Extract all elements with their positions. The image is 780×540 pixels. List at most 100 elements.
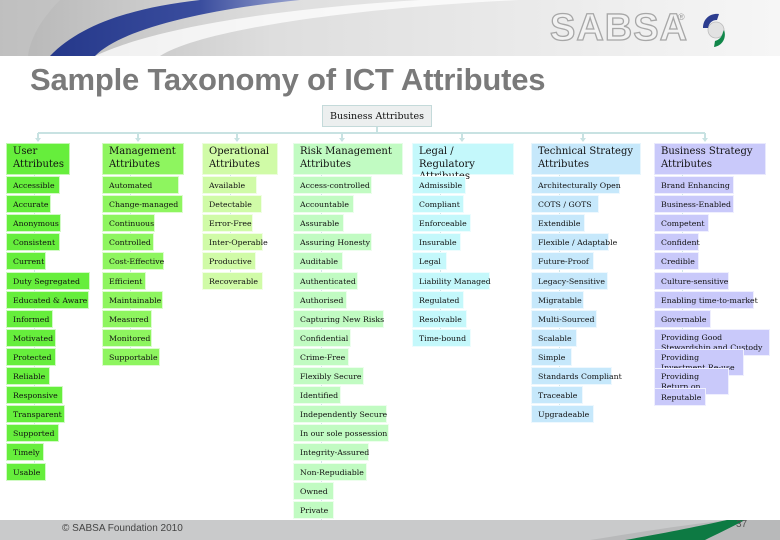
attribute-item: Upgradeable [531, 405, 594, 424]
attribute-item: Extendible [531, 214, 585, 233]
sabsa-logo: SABSA ® [549, 7, 750, 49]
attribute-item: Accurate [6, 195, 51, 214]
attribute-item: Continuous [102, 214, 155, 233]
attribute-item: Authenticated [293, 271, 358, 290]
attribute-item: Efficient [102, 271, 146, 290]
attribute-item: Independently Secure [293, 405, 387, 424]
attribute-item: Flexible / Adaptable [531, 233, 617, 252]
attribute-item: COTS / GOTS [531, 195, 599, 214]
attribute-item: Educated & Aware [6, 290, 89, 309]
column-header-line: Risk Management [300, 146, 392, 157]
logo-wordmark: SABSA [549, 7, 689, 49]
column-technical-strategy: Technical Strategy Attributes Architectura… [531, 143, 641, 424]
arrow-head-icon [702, 138, 708, 142]
column-header-line: User [13, 146, 38, 157]
attribute-item: Responsive [6, 386, 63, 405]
attribute-item: Regulated [412, 290, 464, 309]
attribute-item: Legal [412, 252, 447, 271]
attribute-item: Enforceable [412, 214, 471, 233]
attribute-item: Cost-Effective [102, 252, 164, 271]
attribute-item: Transparent [6, 405, 65, 424]
column-header-line: Technical Strategy [538, 146, 634, 157]
attribute-item: Resolvable [412, 309, 467, 328]
attribute-item: Maintainable [102, 290, 163, 309]
attribute-item: Inter-Operable [202, 233, 268, 252]
attribute-item: Migratable [531, 290, 584, 309]
attribute-item: Standards Compliant [531, 367, 622, 385]
column-risk-management: Risk Management Attributes Access-controll… [293, 143, 403, 538]
attribute-item: Detectable [202, 195, 262, 214]
attribute-item: Confidential [293, 328, 351, 347]
attribute-item: Auditable [293, 252, 343, 271]
attribute-item: Duty Segregated [6, 271, 90, 290]
attribute-item: Monitored [102, 328, 152, 347]
arrow-head-icon [580, 138, 586, 142]
attribute-item: Automated [102, 176, 179, 194]
column-header-line: Management [109, 146, 176, 157]
attribute-item: Consistent [6, 233, 60, 252]
column-header-line: Business Strategy [661, 146, 753, 157]
attribute-item: Integrity-Assured [293, 443, 369, 462]
attribute-item: Insurable [412, 233, 461, 252]
attribute-item: Enabling time-to-market [654, 290, 758, 309]
attribute-item: Private [293, 500, 334, 519]
attribute-item: Assurable [293, 214, 344, 233]
attribute-item: Identified [293, 386, 341, 405]
arrow-head-icon [234, 138, 240, 142]
attribute-item: Measured [102, 309, 152, 328]
root-node-business-attributes: Business Attributes [322, 105, 432, 127]
attribute-item: Credible [654, 252, 699, 271]
attribute-item: Access-controlled [293, 176, 372, 194]
attribute-item: Simple [531, 347, 572, 366]
attribute-item: Supported [6, 424, 59, 443]
attribute-item: Available [202, 176, 257, 194]
attribute-item: Anonymous [6, 214, 61, 233]
attribute-item: Controlled [102, 233, 154, 252]
arrow-head-icon [339, 138, 345, 142]
column-header-line: Legal / Regulatory [419, 146, 475, 170]
attribute-item: Culture-sensitive [654, 271, 729, 290]
attribute-item: Productive [202, 252, 256, 271]
column-header: Risk Management Attributes [293, 143, 403, 175]
attribute-item: Compliant [412, 195, 464, 214]
column-user: User Attributes Accessible Accurate Anonymou… [6, 143, 90, 481]
attribute-item: Assuring Honesty [293, 233, 372, 252]
column-header-line: Attributes [661, 158, 712, 170]
arrow-head-icon [135, 138, 141, 142]
attribute-item: Change-managed [102, 195, 183, 214]
attribute-item: Flexibly Secure [293, 367, 364, 385]
column-header: Legal / RegulatoryAttributes [412, 143, 514, 182]
attribute-item: Timely [6, 443, 44, 462]
column-legal-regulatory: Legal / RegulatoryAttributesAdmissibleCo… [412, 143, 514, 347]
attribute-item: In our sole possession [293, 424, 389, 443]
attribute-item: Protected [6, 347, 56, 366]
sabsa-globe-icon [703, 13, 725, 47]
attribute-item: Capturing New Risks [293, 309, 384, 328]
attribute-item: Legacy-Sensitive [531, 271, 608, 290]
attribute-item: Multi-Sourced [531, 309, 597, 328]
attribute-item: Governable [654, 309, 711, 328]
column-header-line: Attributes [300, 158, 351, 170]
column-operational: Operational Attributes Available Detectable… [202, 143, 278, 290]
attribute-item: Usable [6, 462, 46, 481]
column-header-line: Attributes [109, 158, 160, 170]
page-number: 37 [736, 519, 748, 530]
attribute-item: Accountable [293, 195, 354, 214]
column-header: Management Attributes [102, 143, 184, 175]
arrow-head-icon [459, 138, 465, 142]
column-header-line: Attributes [538, 158, 589, 170]
attribute-item: Error-Free [202, 214, 253, 233]
attribute-item: Architecturally Open [531, 176, 621, 194]
attribute-item: Liability Managed [412, 271, 491, 290]
column-management: Management Attributes Automated Change-mana… [102, 143, 184, 366]
column-header: User Attributes [6, 143, 70, 175]
attribute-item: Future-Proof [531, 252, 594, 271]
arrow-head-icon [35, 138, 41, 142]
attribute-item: Current [6, 252, 46, 271]
attribute-item: Recoverable [202, 271, 263, 290]
attribute-item: Motivated [6, 328, 56, 347]
attribute-item: Informed [6, 309, 53, 328]
attribute-item: Authorised [293, 290, 347, 309]
attribute-item: Brand Enhancing [654, 176, 734, 194]
column-business-strategy: Business Strategy Attributes Brand Enhanci… [654, 143, 770, 406]
